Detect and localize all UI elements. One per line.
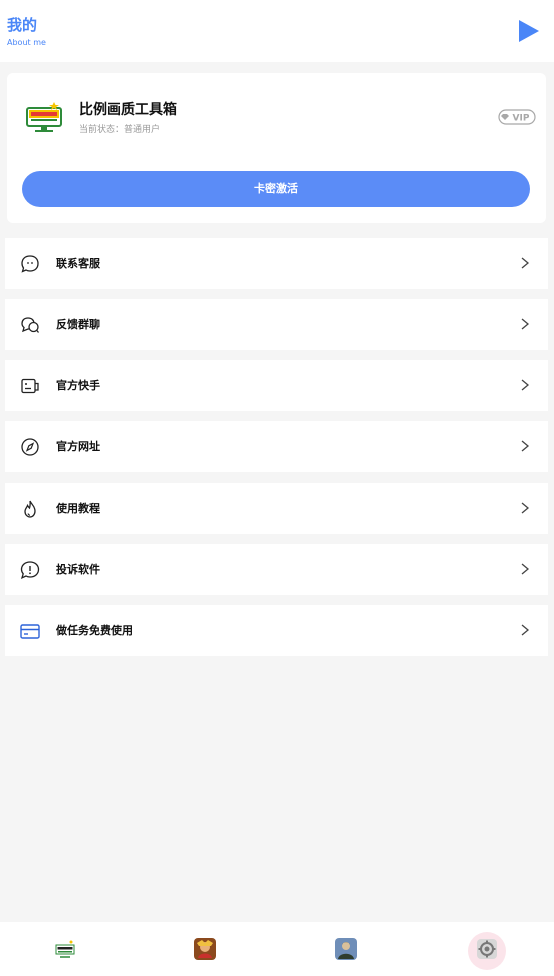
vip-badge-icon: VIP <box>498 109 536 125</box>
menu-item-contact-support[interactable]: 联系客服 <box>5 238 548 289</box>
menu-item-label: 官方网址 <box>56 440 100 453</box>
flame-icon <box>24 500 36 518</box>
bottom-tab-bar <box>0 922 554 976</box>
chevron-right-icon <box>521 624 530 636</box>
page-subtitle: About me <box>7 38 46 47</box>
app-logo-tab-icon[interactable] <box>53 937 77 961</box>
group-chat-icon <box>21 317 40 333</box>
chevron-right-icon <box>521 379 530 391</box>
id-card-icon <box>21 378 39 394</box>
menu-item-feedback-group[interactable]: 反馈群聊 <box>5 299 548 350</box>
chevron-right-icon <box>521 502 530 514</box>
menu-item-official-website[interactable]: 官方网址 <box>5 421 548 472</box>
chevron-right-icon <box>521 440 530 452</box>
chevron-right-icon <box>521 563 530 575</box>
chevron-right-icon <box>521 318 530 330</box>
menu-item-complaint[interactable]: 投诉软件 <box>5 544 548 595</box>
user-status: 当前状态：普通用户 <box>79 125 161 135</box>
pubg-tab-icon[interactable] <box>334 937 358 961</box>
chat-bubble-icon <box>21 255 39 273</box>
app-logo-icon <box>26 102 62 132</box>
menu-item-label: 使用教程 <box>56 502 100 515</box>
app-name: 比例画质工具箱 <box>79 102 177 118</box>
page-title: 我的 <box>7 16 38 34</box>
alert-bubble-icon <box>20 561 40 579</box>
vip-badge-text: VIP <box>513 114 530 124</box>
play-icon[interactable] <box>514 17 542 45</box>
page-header: 我的 About me <box>0 0 554 62</box>
activate-code-button[interactable]: 卡密激活 <box>22 171 530 207</box>
settings-gear-tab-icon[interactable] <box>475 937 499 961</box>
game-character-tab-icon[interactable] <box>193 937 217 961</box>
menu-item-label: 联系客服 <box>56 257 100 270</box>
chevron-right-icon <box>521 257 530 269</box>
credit-card-icon <box>20 624 40 639</box>
menu-item-label: 做任务免费使用 <box>56 624 133 637</box>
menu-item-label: 官方快手 <box>56 379 100 392</box>
menu-item-label: 反馈群聊 <box>56 318 100 331</box>
profile-card: 比例画质工具箱 当前状态：普通用户 VIP 卡密激活 <box>7 73 546 223</box>
menu-item-official-kuaishou[interactable]: 官方快手 <box>5 360 548 411</box>
menu-item-free-tasks[interactable]: 做任务免费使用 <box>5 605 548 656</box>
menu-item-tutorial[interactable]: 使用教程 <box>5 483 548 534</box>
compass-icon <box>21 438 39 456</box>
menu-item-label: 投诉软件 <box>56 563 100 576</box>
